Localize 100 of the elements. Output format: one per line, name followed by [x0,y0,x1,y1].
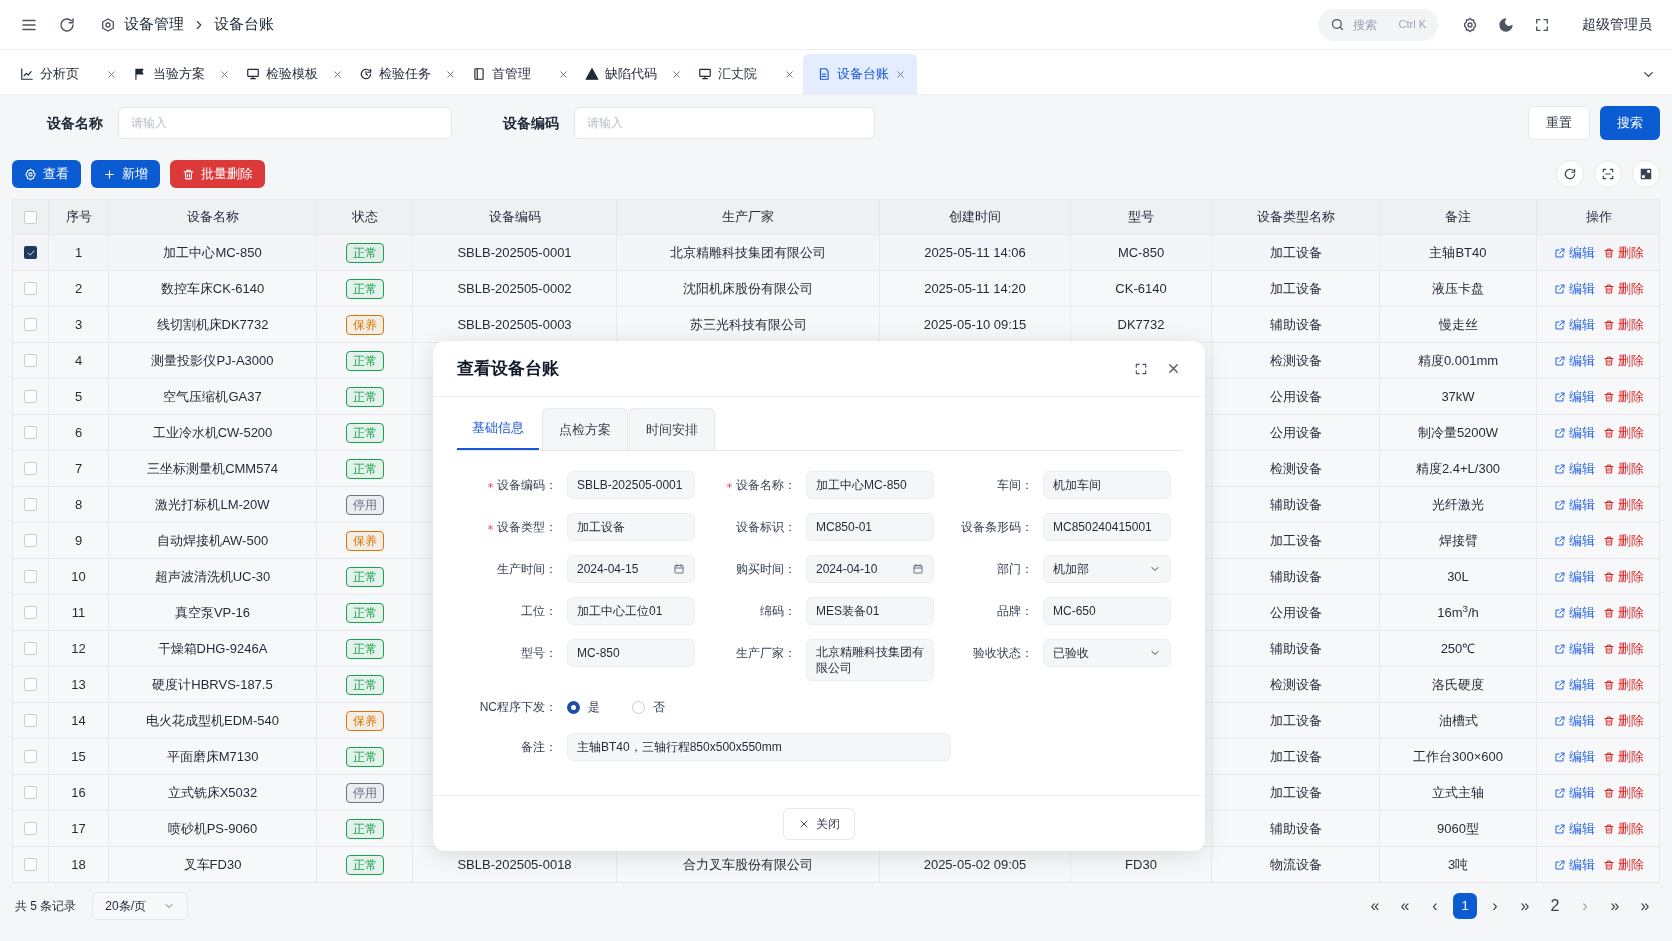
dialog-tab[interactable]: 点检方案 [542,408,628,450]
tab[interactable]: 检验模板 [238,54,351,94]
close-icon[interactable] [219,68,230,80]
checkbox[interactable] [24,678,37,691]
edit-link[interactable]: 编辑 [1554,818,1595,839]
dialog-tab[interactable]: 基础信息 [457,408,539,450]
checkbox[interactable] [24,318,37,331]
edit-link[interactable]: 编辑 [1554,638,1595,659]
tab[interactable]: 当验方案 [125,54,238,94]
delete-link[interactable]: 删除 [1603,530,1644,551]
page-button[interactable]: » [1603,893,1627,919]
checkbox[interactable] [24,426,37,439]
page-button[interactable]: 2 [1543,893,1567,919]
input-field[interactable]: 加工中心工位01 [567,597,695,625]
input-field[interactable]: 北京精雕科技集团有限公司 [806,639,934,681]
edit-link[interactable]: 编辑 [1554,386,1595,407]
dialog-tab[interactable]: 时间安排 [629,408,715,450]
page-button[interactable]: 1 [1453,893,1477,919]
tab[interactable]: 检验任务 [351,54,464,94]
edit-link[interactable]: 编辑 [1554,710,1595,731]
checkbox[interactable] [24,606,37,619]
input-field[interactable]: 2024-04-15 [567,555,695,583]
grid-button[interactable] [1632,160,1660,188]
checkbox[interactable] [24,750,37,763]
delete-link[interactable]: 删除 [1603,674,1644,695]
close-icon[interactable] [332,68,343,80]
edit-link[interactable]: 编辑 [1554,458,1595,479]
input-field[interactable]: MC-650 [1043,597,1171,625]
reset-button[interactable]: 重置 [1528,106,1590,140]
delete-link[interactable]: 删除 [1603,350,1644,371]
batch-delete-button[interactable]: 批量删除 [170,160,265,188]
input-field[interactable]: 主轴BT40，三轴行程850x500x550mm [567,733,951,761]
edit-link[interactable]: 编辑 [1554,278,1595,299]
checkbox[interactable] [24,498,37,511]
edit-link[interactable]: 编辑 [1554,854,1595,875]
breadcrumb-link[interactable]: 设备台账 [214,13,274,36]
checkbox[interactable] [24,642,37,655]
checkbox[interactable] [24,858,37,871]
close-icon[interactable] [671,68,682,80]
input-field[interactable]: 请输入 [118,107,452,139]
checkbox[interactable] [24,786,37,799]
delete-link[interactable]: 删除 [1603,782,1644,803]
checkbox[interactable] [24,282,37,295]
user-name[interactable]: 超级管理员 [1582,14,1652,35]
edit-link[interactable]: 编辑 [1554,566,1595,587]
edit-link[interactable]: 编辑 [1554,350,1595,371]
delete-link[interactable]: 删除 [1603,458,1644,479]
scan-button[interactable] [1594,160,1622,188]
input-field[interactable]: MC-850 [567,639,695,667]
edit-link[interactable]: 编辑 [1554,314,1595,335]
input-field[interactable]: SBLB-202505-0001 [567,471,695,499]
page-button[interactable]: ‹ [1423,893,1447,919]
delete-link[interactable]: 删除 [1603,602,1644,623]
checkbox[interactable] [24,714,37,727]
tab[interactable]: 分析页 [12,54,125,94]
search-button[interactable]: 搜索 [1600,106,1660,140]
delete-link[interactable]: 删除 [1603,710,1644,731]
page-button[interactable]: « [1363,893,1387,919]
input-field[interactable]: 加工中心MC-850 [806,471,934,499]
page-button[interactable]: › [1483,893,1507,919]
checkbox[interactable] [24,822,37,835]
delete-link[interactable]: 删除 [1603,746,1644,767]
checkbox[interactable] [24,246,37,259]
breadcrumb-link[interactable]: 设备管理 [124,13,184,36]
moon-icon[interactable] [1498,16,1514,33]
edit-link[interactable]: 编辑 [1554,422,1595,443]
tab[interactable]: 缺陷代码 [577,54,690,94]
checkbox[interactable] [24,210,37,224]
page-button[interactable]: « [1393,893,1417,919]
checkbox[interactable] [24,534,37,547]
delete-link[interactable]: 删除 [1603,566,1644,587]
delete-link[interactable]: 删除 [1603,242,1644,263]
fullscreen-icon[interactable] [1534,16,1550,33]
delete-link[interactable]: 删除 [1603,638,1644,659]
edit-link[interactable]: 编辑 [1554,674,1595,695]
tab[interactable]: 设备台账 [803,54,917,94]
delete-link[interactable]: 删除 [1603,818,1644,839]
input-field[interactable]: 机加车间 [1043,471,1171,499]
input-field[interactable]: 加工设备 [567,513,695,541]
tab[interactable]: 首管理 [464,54,577,94]
close-icon[interactable] [558,68,569,80]
input-field[interactable]: 已验收 [1043,639,1171,667]
delete-link[interactable]: 删除 [1603,386,1644,407]
input-field[interactable]: MC850240415001 [1043,513,1171,541]
close-button[interactable]: 关闭 [783,807,855,840]
page-button[interactable]: » [1633,893,1657,919]
edit-link[interactable]: 编辑 [1554,602,1595,623]
view-button[interactable]: 查看 [12,160,81,188]
input-field[interactable]: MC850-01 [806,513,934,541]
input-field[interactable]: 机加部 [1043,555,1171,583]
edit-link[interactable]: 编辑 [1554,782,1595,803]
delete-link[interactable]: 删除 [1603,278,1644,299]
tab[interactable]: 汇丈院 [690,54,803,94]
radio-button[interactable] [567,700,580,714]
close-icon[interactable] [106,68,117,80]
close-icon[interactable] [1166,361,1181,376]
page-button[interactable]: » [1513,893,1537,919]
fullscreen-icon[interactable] [1134,361,1148,376]
page-size-select[interactable]: 20条/页 [92,892,189,920]
edit-link[interactable]: 编辑 [1554,242,1595,263]
